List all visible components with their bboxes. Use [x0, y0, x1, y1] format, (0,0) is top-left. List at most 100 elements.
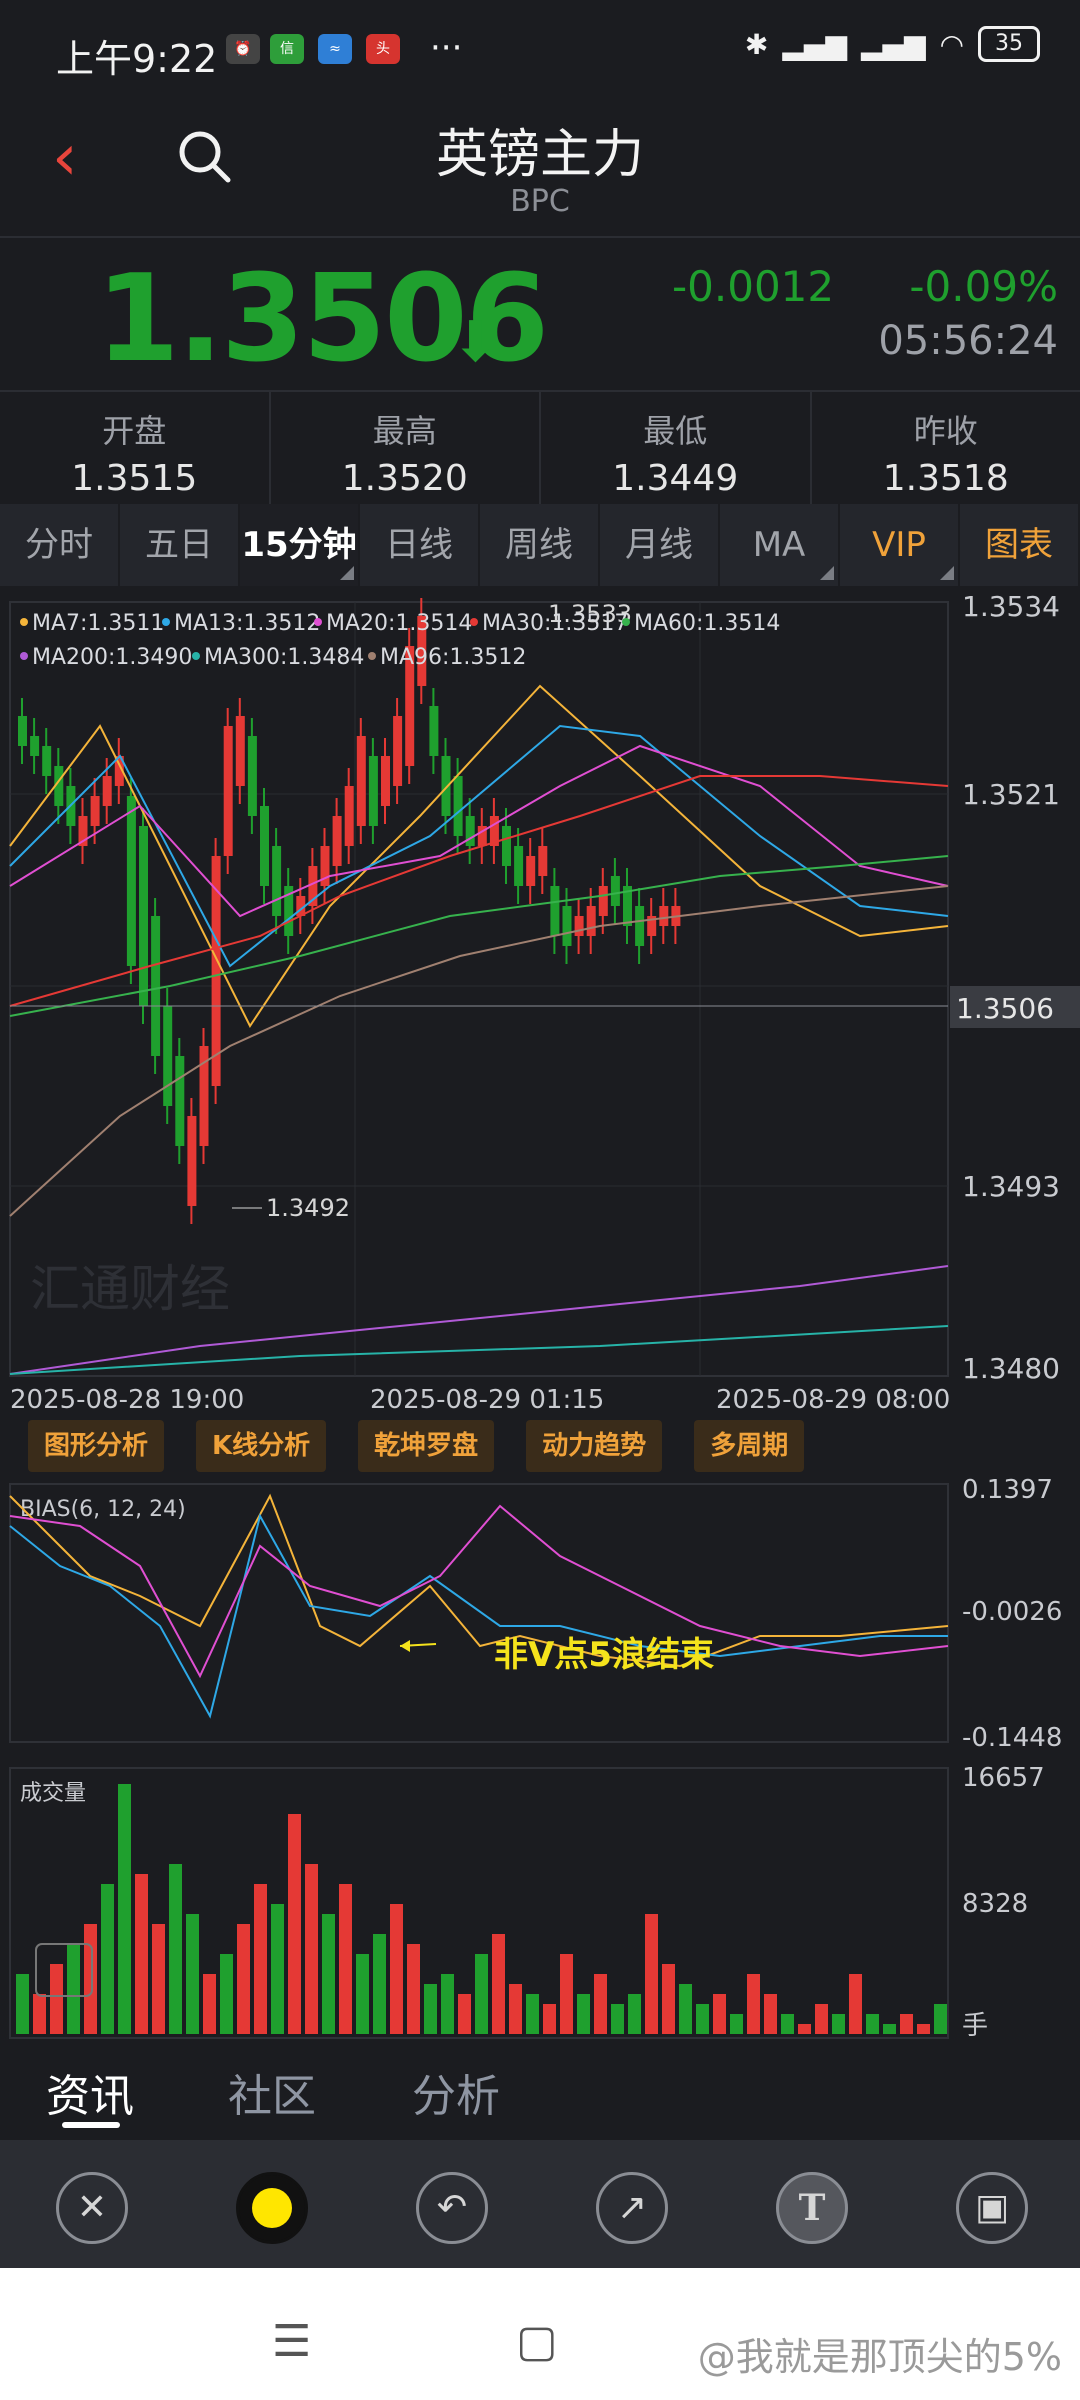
candle-body	[635, 906, 645, 946]
candle-body	[90, 796, 100, 826]
ma-legend-dot	[622, 618, 630, 626]
tab-ma[interactable]: MA	[720, 504, 840, 586]
page-subtitle: BPC	[510, 184, 570, 219]
volume-bar	[220, 1954, 233, 2034]
volume-bar	[560, 1954, 573, 2034]
volume-bar	[713, 1994, 726, 2034]
save-icon[interactable]: ▣	[956, 2172, 1028, 2244]
volume-bar	[815, 2004, 828, 2034]
arrow-tool-icon[interactable]: ↗	[596, 2172, 668, 2244]
yellow-color-swatch	[252, 2188, 292, 2228]
ma-legend-item: MA7:1.3511	[32, 611, 164, 636]
tab-chart-settings[interactable]: 图表	[960, 504, 1080, 586]
x-label: 2025-08-29 01:15	[370, 1385, 604, 1415]
image-icon[interactable]	[35, 1943, 93, 1997]
volume-bar	[33, 1994, 46, 2034]
undo-icon[interactable]: ↶	[416, 2172, 488, 2244]
tab-label: VIP	[872, 525, 926, 565]
pattern-analysis-button[interactable]: 图形分析	[28, 1420, 165, 1472]
menu-icon[interactable]: ☰	[272, 2316, 311, 2367]
watermark: @我就是那顶尖的5%	[697, 2335, 1062, 2379]
stat-prev-close: 昨收 1.3518	[882, 412, 1009, 499]
volume-bar	[696, 2004, 709, 2034]
bias-tick: -0.0026	[962, 1597, 1062, 1627]
candle-body	[235, 716, 245, 786]
compass-button[interactable]: 乾坤罗盘	[358, 1420, 495, 1472]
app-notification-icon: ≈	[318, 34, 352, 64]
multi-period-button[interactable]: 多周期	[694, 1420, 805, 1472]
ma-legend-dot	[20, 618, 28, 626]
text-tool-icon[interactable]: T	[776, 2172, 848, 2244]
close-icon[interactable]: ✕	[56, 2172, 128, 2244]
stat-low: 最低 1.3449	[541, 392, 812, 504]
ma-legend-dot	[314, 618, 322, 626]
volume-bar	[458, 1994, 471, 2034]
volume-bar	[322, 1914, 335, 2034]
volume-bar	[118, 1784, 131, 2034]
volume-bar	[509, 1984, 522, 2034]
chart-watermark: 汇通财经	[30, 1260, 230, 1318]
ma-legend-item: MA13:1.3512	[174, 611, 320, 636]
volume-bar	[594, 1974, 607, 2034]
dropdown-corner-icon	[340, 566, 354, 580]
bias-title: BIAS(6, 12, 24)	[20, 1497, 186, 1522]
ma-line	[9, 684, 949, 1028]
stat-open: 开盘 1.3515	[0, 392, 271, 504]
volume-bar	[628, 1994, 641, 2034]
ma-legend-item: MA30:1.3517	[482, 611, 628, 636]
period-tabs: 分时 五日 15分钟 日线 周线 月线 MA VIP 图表	[0, 504, 1080, 586]
dropdown-corner-icon	[940, 566, 954, 580]
volume-bar	[849, 1974, 862, 2034]
bias-line	[9, 1513, 948, 1719]
status-time: 上午9:22	[56, 37, 218, 81]
candle-body	[356, 736, 366, 826]
volume-bar	[764, 1994, 777, 2034]
analysis-buttons: 图形分析 K线分析 乾坤罗盘 动力趋势 多周期	[28, 1420, 805, 1476]
y-tick: 1.3521	[962, 778, 1060, 811]
tab-daily[interactable]: 日线	[360, 504, 480, 586]
x-label: 2025-08-29 08:00	[716, 1385, 950, 1415]
current-price-tag-text: 1.3506	[956, 992, 1054, 1025]
y-tick: 1.3534	[962, 590, 1060, 623]
volume-bar	[747, 1974, 760, 2034]
volume-bar	[441, 1974, 454, 2034]
momentum-button[interactable]: 动力趋势	[526, 1420, 663, 1472]
ma-legend-dot	[368, 652, 376, 660]
dropdown-corner-icon	[820, 566, 834, 580]
candle-body	[610, 876, 620, 906]
kline-analysis-button[interactable]: K线分析	[196, 1420, 327, 1472]
y-tick: 1.3480	[962, 1352, 1060, 1385]
ma-legend-dot	[20, 652, 28, 660]
low-mark: 1.3492	[266, 1194, 350, 1222]
tab-vip[interactable]: VIP	[840, 504, 960, 586]
signal-icon: ▂▄▆	[782, 27, 847, 61]
home-icon[interactable]: ▢	[516, 2316, 558, 2367]
drawing-toolbar	[0, 2140, 1080, 2268]
tab-weekly[interactable]: 周线	[480, 504, 600, 586]
volume-bar	[730, 2014, 743, 2034]
tab-intraday[interactable]: 分时	[0, 504, 120, 586]
chart-area[interactable]: 汇通财经 1.3506 1.3534 1.3521 1.3493 1.3480 …	[0, 586, 1080, 2050]
signal-icon: ▂▄▆	[860, 27, 926, 61]
color-picker-button[interactable]	[236, 2172, 308, 2244]
bias-annotation: 非V点5浪结束	[494, 1635, 714, 1675]
app-notification-icon: 信	[270, 34, 304, 64]
tab-five-day[interactable]: 五日	[120, 504, 240, 586]
tab-monthly[interactable]: 月线	[600, 504, 720, 586]
annotation-arrow-head	[400, 1640, 410, 1652]
ma-legend-dot	[162, 618, 170, 626]
volume-bar	[305, 1864, 318, 2034]
volume-bar	[662, 1964, 675, 2034]
ma-legend: MA7:1.3511 MA13:1.3512 MA20:1.3514 MA30:1.3…	[20, 611, 780, 670]
candle-body	[562, 906, 572, 946]
volume-bar	[101, 1884, 114, 2034]
divider	[0, 236, 1080, 238]
tab-15min[interactable]: 15分钟	[240, 504, 360, 586]
y-tick: 1.3493	[962, 1170, 1060, 1203]
tab-news[interactable]: 资讯	[46, 2060, 134, 2124]
candle-body	[393, 716, 403, 786]
bias-tick: 0.1397	[962, 1475, 1053, 1505]
volume-bar	[866, 2014, 879, 2034]
tab-community[interactable]: 社区	[228, 2060, 316, 2124]
tab-analysis[interactable]: 分析	[412, 2060, 500, 2124]
